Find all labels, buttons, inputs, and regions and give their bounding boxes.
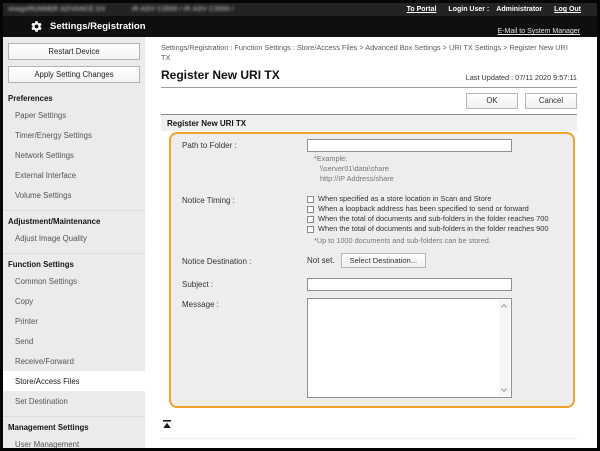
example-heading: *Example: [314,154,563,164]
gear-icon [30,20,43,33]
path-to-folder-label: Path to Folder : [179,139,307,152]
back-to-top-icon[interactable] [163,420,171,428]
checkbox-reaches-900-label: When the total of documents and sub-fold… [318,224,548,234]
path-to-folder-row: Path to Folder : [179,139,563,152]
main-content: Settings/Registration : Function Setting… [145,37,597,451]
login-user-name: Administrator [496,6,542,13]
sidebar-header-function-settings: Function Settings [3,254,145,271]
breadcrumb: Settings/Registration : Function Setting… [161,43,577,62]
notice-destination-value: Not set. [307,256,335,265]
sidebar-item-network-settings[interactable]: Network Settings [3,145,145,165]
select-destination-button[interactable]: Select Destination... [341,253,427,268]
register-uri-tx-form: Path to Folder : *Example: \\server01\da… [169,132,575,408]
email-to-system-manager-link[interactable]: E-Mail to System Manager [498,28,580,35]
checkbox-reaches-700[interactable] [307,216,314,223]
cancel-button[interactable]: Cancel [525,93,577,109]
sidebar-item-set-destination[interactable]: Set Destination [3,391,145,411]
sidebar-item-send[interactable]: Send [3,331,145,351]
page-footer [161,415,577,439]
device-models-redacted: iR ADV C3500 / iR ADV C3500 / [132,6,234,13]
capacity-note: *Up to 1000 documents and sub-folders ca… [307,236,563,245]
page-title-row: Register New URI TX Last Updated : 07/11… [161,68,577,88]
sidebar-section-management-settings: Management Settings User Management Devi… [3,416,145,451]
last-updated: Last Updated : 07/11 2020 9:57:11 [466,73,577,82]
scroll-down-icon[interactable] [501,386,507,392]
settings-registration-window: imageRUNNER ADVANCE DX iR ADV C3500 / iR… [0,0,600,451]
sidebar-header-management-settings: Management Settings [3,417,145,434]
log-out-link[interactable]: Log Out [554,6,581,13]
message-row: Message : [179,298,563,398]
sidebar: Restart Device Apply Setting Changes Pre… [3,37,145,451]
sidebar-item-printer[interactable]: Printer [3,311,145,331]
subject-input[interactable] [307,278,512,291]
device-info-bar: imageRUNNER ADVANCE DX iR ADV C3500 / iR… [3,3,597,16]
apply-setting-changes-button[interactable]: Apply Setting Changes [8,66,140,83]
message-textarea[interactable] [307,298,512,398]
path-to-folder-input[interactable] [307,139,512,152]
subject-row: Subject : [179,278,563,291]
checkbox-loopback-address-label: When a loopback address has been specifi… [318,204,529,214]
sidebar-item-external-interface[interactable]: External Interface [3,165,145,185]
scroll-up-icon[interactable] [501,304,507,310]
checkbox-scan-and-store[interactable] [307,196,314,203]
device-name-redacted: imageRUNNER ADVANCE DX [8,6,106,13]
ok-button[interactable]: OK [466,93,518,109]
path-example-row: *Example: \\server01\data\share http://I… [179,152,563,184]
sidebar-header-adjustment-maintenance: Adjustment/Maintenance [3,211,145,228]
sidebar-item-user-management[interactable]: User Management [3,434,145,451]
action-buttons: OK Cancel [161,93,577,109]
sidebar-item-common-settings[interactable]: Common Settings [3,271,145,291]
sidebar-item-timer-energy-settings[interactable]: Timer/Energy Settings [3,125,145,145]
notice-destination-label: Notice Destination : [179,255,307,266]
restart-device-button[interactable]: Restart Device [8,43,140,60]
to-portal-link[interactable]: To Portal [407,6,437,13]
message-scrollbar[interactable] [499,300,510,396]
subject-label: Subject : [179,278,307,291]
checkbox-reaches-900[interactable] [307,226,314,233]
sidebar-item-receive-forward[interactable]: Receive/Forward [3,351,145,371]
app-title-bar: Settings/Registration E-Mail to System M… [3,16,597,37]
sidebar-item-adjust-image-quality[interactable]: Adjust Image Quality [3,228,145,248]
sidebar-item-paper-settings[interactable]: Paper Settings [3,105,145,125]
login-user-label: Login User : [448,6,489,13]
form-section-title: Register New URI TX [161,114,577,131]
notice-timing-option-row: When a loopback address has been specifi… [307,204,563,214]
checkbox-scan-and-store-label: When specified as a store location in Sc… [318,194,491,204]
example-http-path: http://IP Address/share [314,174,563,184]
example-smb-path: \\server01\data\share [314,164,563,174]
sidebar-section-preferences: Preferences Paper Settings Timer/Energy … [3,88,145,205]
sidebar-item-volume-settings[interactable]: Volume Settings [3,185,145,205]
notice-timing-option-row: When the total of documents and sub-fold… [307,214,563,224]
notice-timing-row: Notice Timing : When specified as a stor… [179,194,563,245]
notice-timing-option-row: When specified as a store location in Sc… [307,194,563,204]
sidebar-item-store-access-files[interactable]: Store/Access Files [3,371,145,391]
notice-timing-option-row: When the total of documents and sub-fold… [307,224,563,234]
app-title: Settings/Registration [50,21,146,32]
sidebar-item-copy[interactable]: Copy [3,291,145,311]
sidebar-section-adjustment-maintenance: Adjustment/Maintenance Adjust Image Qual… [3,210,145,248]
sidebar-section-function-settings: Function Settings Common Settings Copy P… [3,253,145,411]
notice-timing-label: Notice Timing : [179,194,307,245]
notice-destination-row: Notice Destination : Not set. Select Des… [179,253,563,268]
checkbox-loopback-address[interactable] [307,206,314,213]
checkbox-reaches-700-label: When the total of documents and sub-fold… [318,214,548,224]
sidebar-header-preferences: Preferences [3,88,145,105]
message-label: Message : [179,298,307,398]
page-title: Register New URI TX [161,68,280,82]
